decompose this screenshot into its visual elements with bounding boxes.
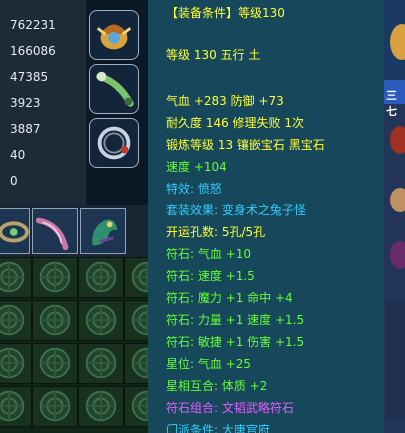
tooltip-holes: 开运孔数: 5孔/5孔	[166, 225, 266, 239]
grid-cell[interactable]	[78, 343, 124, 384]
grid-cell[interactable]	[32, 300, 78, 341]
grid-cell[interactable]	[0, 386, 32, 427]
equip-slot-necklace[interactable]	[89, 118, 139, 168]
stat-value-5: 3887	[10, 122, 41, 136]
sealed-slot-icon	[0, 304, 25, 336]
sealed-slot-icon	[85, 347, 117, 379]
tooltip-rune-4: 符石: 力量 +1 速度 +1.5	[166, 313, 305, 327]
stat-value-7: 0	[10, 174, 18, 188]
stat-value-1: 762231	[10, 18, 56, 32]
grid-cell[interactable]	[78, 300, 124, 341]
tooltip-star: 星位: 气血 +25	[166, 357, 251, 371]
tooltip-sect-requirement: 门派条件: 大唐官府	[166, 423, 270, 433]
tooltip-rune-3: 符石: 魔力 +1 命中 +4	[166, 291, 293, 305]
grid-cell[interactable]	[32, 386, 78, 427]
dragon-figure-icon	[92, 219, 118, 246]
sealed-slot-icon	[0, 347, 25, 379]
side-items-icon	[384, 0, 405, 420]
stat-value-3: 47385	[10, 70, 49, 84]
equip-slot-weapon[interactable]	[89, 64, 139, 114]
grid-cell[interactable]	[32, 343, 78, 384]
grid-cell[interactable]	[32, 257, 78, 298]
right-side-panel	[384, 0, 405, 433]
stat-value-2: 166086	[10, 44, 56, 58]
tooltip-rune-combo: 符石组合: 文韬武略符石	[166, 401, 294, 415]
inventory-item-ribbon[interactable]	[32, 208, 78, 254]
side-panel-label: 三七	[386, 89, 397, 118]
helmet-icon	[96, 24, 132, 50]
sealed-slot-icon	[39, 261, 71, 293]
tooltip-rune-5: 符石: 敏捷 +1 伤害 +1.5	[166, 335, 305, 349]
sealed-slot-icon	[85, 390, 117, 422]
tooltip-rune-1: 符石: 气血 +10	[166, 247, 251, 261]
sealed-slot-icon	[0, 261, 25, 293]
tooltip-set-effect: 套装效果: 变身术之兔子怪	[166, 203, 306, 217]
grid-cell[interactable]	[78, 386, 124, 427]
sealed-slot-icon	[39, 390, 71, 422]
necklace-icon	[97, 126, 131, 160]
sealed-slot-icon	[39, 304, 71, 336]
item-tooltip: 【装备条件】等级130 等级 130 五行 土 气血 +283 防御 +73 耐…	[148, 0, 384, 433]
stats-panel: 762231 166086 47385 3923 3887 40 0	[0, 0, 86, 205]
tooltip-header: 【装备条件】等级130	[166, 6, 285, 20]
inventory-item-bracelet[interactable]	[0, 208, 30, 254]
weapon-icon	[96, 71, 134, 107]
stat-value-4: 3923	[10, 96, 41, 110]
grid-cell[interactable]	[0, 257, 32, 298]
sealed-slot-icon	[0, 390, 25, 422]
tooltip-zodiac: 星相互合: 体质 +2	[166, 379, 268, 393]
grid-cell[interactable]	[0, 343, 32, 384]
inventory-item-dragon[interactable]	[80, 208, 126, 254]
tooltip-hp-defense: 气血 +283 防御 +73	[166, 94, 284, 108]
tooltip-level-line: 等级 130 五行 土	[166, 48, 261, 62]
sealed-slot-icon	[39, 347, 71, 379]
ribbon-icon	[35, 217, 69, 251]
tooltip-special: 特效: 愤怒	[166, 182, 222, 196]
equip-slot-helmet[interactable]	[89, 10, 139, 60]
stat-value-6: 40	[10, 148, 26, 162]
inventory-grid	[0, 257, 170, 433]
sealed-slot-icon	[85, 261, 117, 293]
bracelet-icon	[0, 221, 29, 243]
tooltip-speed: 速度 +104	[166, 160, 227, 174]
tooltip-rune-2: 符石: 速度 +1.5	[166, 269, 255, 283]
tooltip-durability: 耐久度 146 修理失败 1次	[166, 116, 304, 130]
tooltip-forge: 锻炼等级 13 镶嵌宝石 黑宝石	[166, 138, 325, 152]
inventory-row	[0, 205, 148, 257]
grid-cell[interactable]	[78, 257, 124, 298]
grid-cell[interactable]	[0, 300, 32, 341]
sealed-slot-icon	[85, 304, 117, 336]
